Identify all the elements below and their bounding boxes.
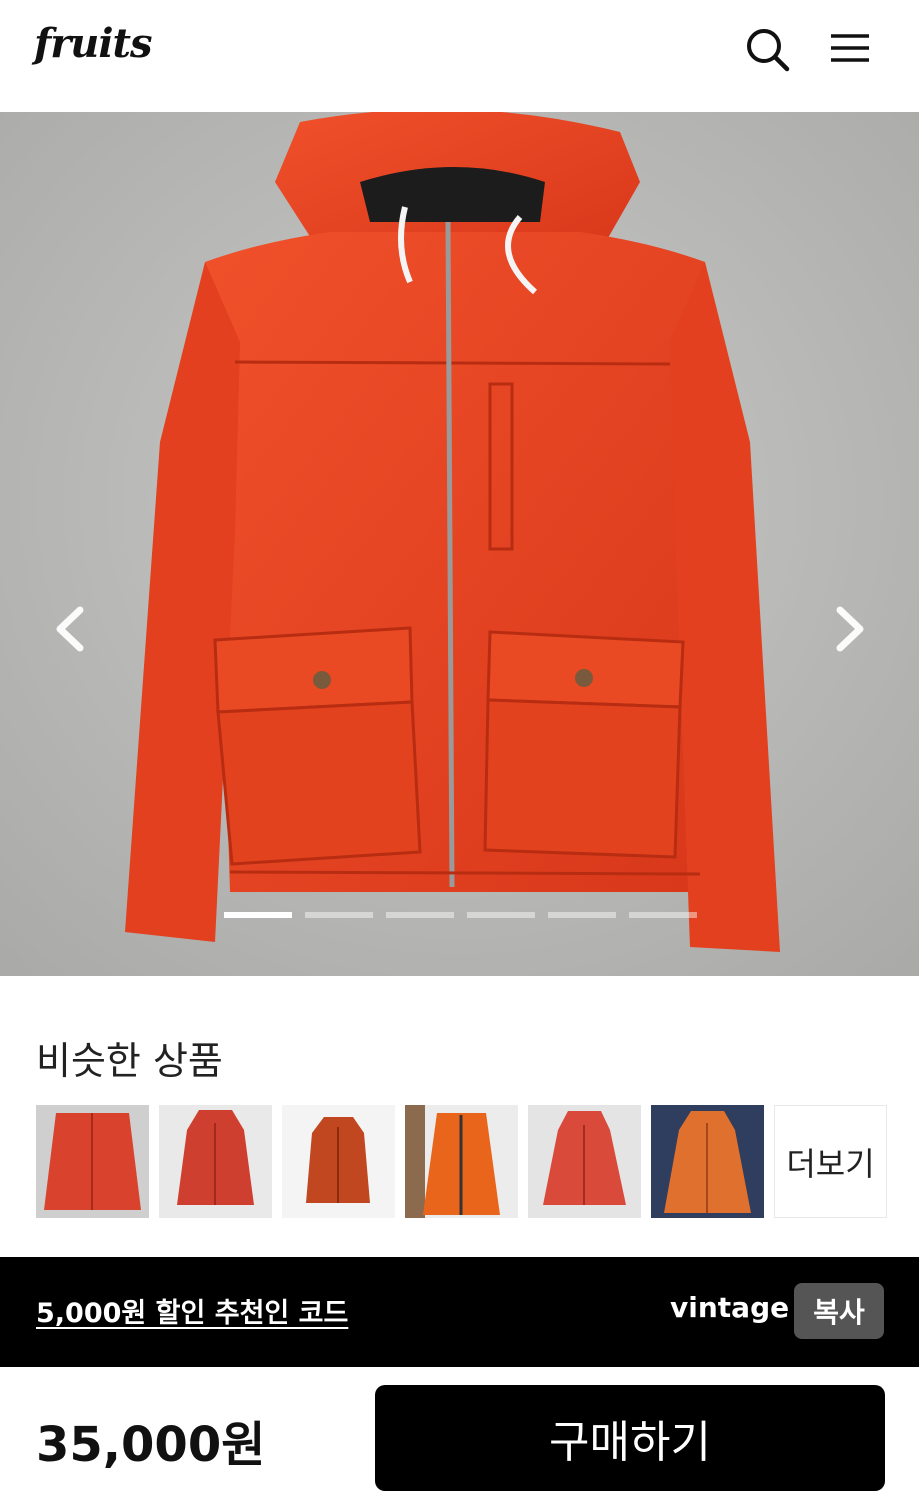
referral-code: vintage <box>670 1291 790 1324</box>
referral-promo-bar: 5,000원 할인 추천인 코드 vintage 복사 <box>0 1257 919 1367</box>
similar-product-thumb[interactable] <box>36 1105 149 1218</box>
similar-products-title: 비슷한 상품 <box>36 1039 223 1083</box>
gallery-next-button[interactable] <box>830 604 870 654</box>
gallery-dot[interactable] <box>305 912 373 918</box>
more-similar-button[interactable]: 더보기 <box>774 1105 887 1218</box>
copy-code-button[interactable]: 복사 <box>794 1283 884 1339</box>
similar-product-thumb[interactable] <box>405 1105 518 1218</box>
purchase-bar: 35,000원 구매하기 <box>0 1367 919 1500</box>
gallery-pagination <box>224 912 697 918</box>
buy-button[interactable]: 구매하기 <box>375 1385 885 1491</box>
gallery-dot[interactable] <box>386 912 454 918</box>
product-thumbnail-image <box>651 1105 764 1218</box>
gallery-prev-button[interactable] <box>50 604 90 654</box>
product-thumbnail-image <box>159 1105 272 1218</box>
search-button[interactable] <box>742 24 792 74</box>
product-thumbnail-image <box>282 1105 395 1218</box>
product-image-gallery[interactable] <box>0 112 919 976</box>
referral-discount-link[interactable]: 5,000원 할인 추천인 코드 <box>36 1291 348 1330</box>
search-icon <box>747 29 790 72</box>
top-header: fruits <box>0 0 919 112</box>
hamburger-menu-icon <box>831 34 869 62</box>
product-image <box>0 112 919 976</box>
menu-button[interactable] <box>826 24 876 74</box>
similar-product-thumb[interactable] <box>651 1105 764 1218</box>
gallery-dot[interactable] <box>467 912 535 918</box>
product-thumbnail-image <box>405 1105 518 1218</box>
similar-products-list: 더보기 <box>36 1105 887 1218</box>
chevron-right-icon <box>836 606 864 652</box>
product-thumbnail-image <box>36 1105 149 1218</box>
similar-product-thumb[interactable] <box>159 1105 272 1218</box>
product-price: 35,000원 <box>36 1417 266 1473</box>
chevron-left-icon <box>56 606 84 652</box>
gallery-dot[interactable] <box>224 912 292 918</box>
similar-product-thumb[interactable] <box>528 1105 641 1218</box>
gallery-dot[interactable] <box>629 912 697 918</box>
fruits-logo[interactable]: fruits <box>34 20 153 67</box>
product-thumbnail-image <box>528 1105 641 1218</box>
gallery-dot[interactable] <box>548 912 616 918</box>
similar-product-thumb[interactable] <box>282 1105 395 1218</box>
